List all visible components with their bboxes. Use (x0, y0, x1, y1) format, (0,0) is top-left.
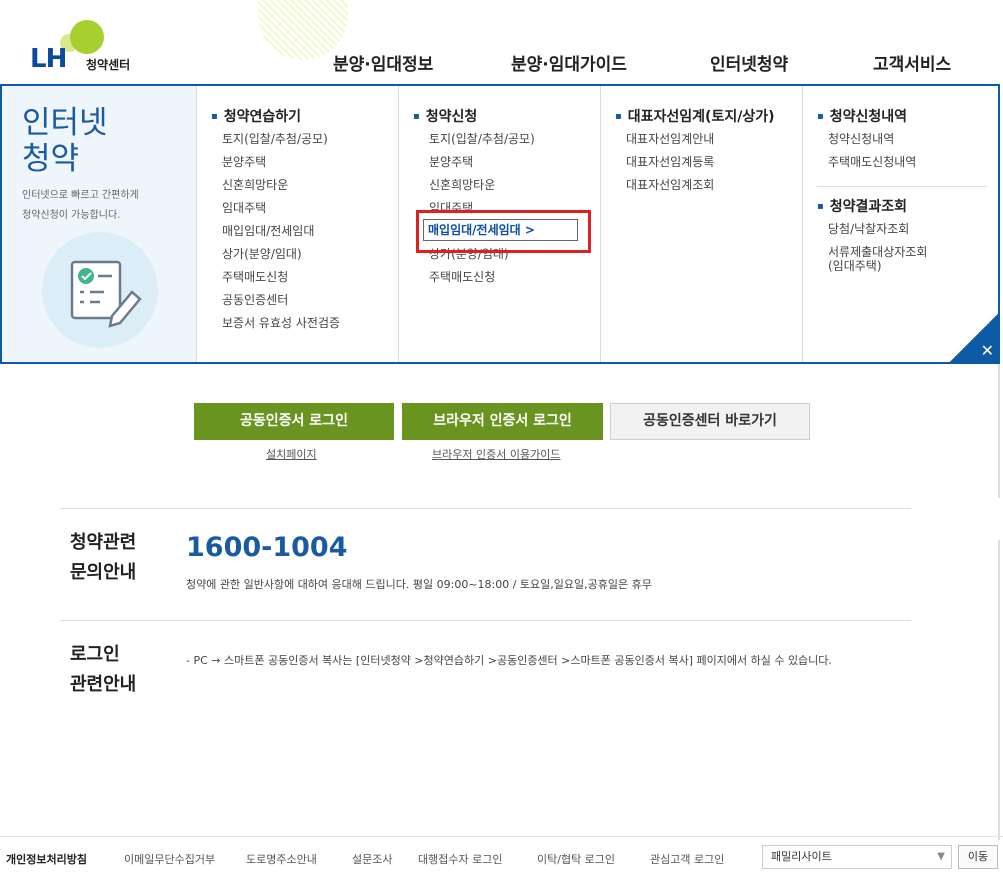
logo-text: LH (30, 44, 67, 74)
mega-menu-intro: 인터넷 청약 인터넷으로 빠르고 간편하게 청약신청이 가능합니다. (2, 86, 196, 362)
inquiry-description: 청약에 관한 일반사항에 대하여 응대해 드립니다. 평일 09:00~18:0… (186, 578, 652, 591)
menu-item[interactable]: 대표자선임계조회 (626, 174, 714, 197)
family-site-select[interactable]: 패밀리사이트 ▼ (762, 845, 952, 869)
intro-desc-line1: 인터넷으로 빠르고 간편하게 (22, 190, 139, 201)
inquiry-title-line2: 문의안내 (70, 562, 137, 583)
footer-privacy-link[interactable]: 개인정보처리방침 (6, 851, 87, 867)
intro-title-line1: 인터넷 (22, 105, 108, 141)
menu-col-result-title[interactable]: 청약결과조회 (817, 196, 907, 216)
footer-trust-login-link[interactable]: 이탁/협탁 로그인 (537, 851, 615, 867)
menu-col-practice-title[interactable]: 청약연습하기 (211, 106, 301, 126)
menu-col-history-list: 청약신청내역 주택매도신청내역 (828, 128, 916, 174)
scroll-edge (998, 364, 1000, 498)
intro-description: 인터넷으로 빠르고 간편하게 청약신청이 가능합니다. (22, 186, 139, 226)
divider (60, 620, 911, 621)
menu-item[interactable]: (임대주택) (828, 259, 927, 273)
menu-col-apply-title[interactable]: 청약신청 (413, 106, 478, 126)
nav-customer-service[interactable]: 고객서비스 (873, 50, 951, 75)
menu-col-history-title[interactable]: 청약신청내역 (817, 106, 907, 126)
menu-col-representative-title[interactable]: 대표자선임계(토지/상가) (615, 106, 775, 126)
cert-center-button[interactable]: 공동인증센터 바로가기 (610, 403, 810, 440)
scroll-edge (998, 540, 1000, 840)
menu-item[interactable]: 대표자선임계등록 (626, 151, 714, 174)
menu-item[interactable]: 매입임대/전세임대 (222, 220, 340, 243)
browser-cert-login-button[interactable]: 브라우저 인증서 로그인 (402, 403, 603, 440)
menu-item[interactable]: 대표자선임계안내 (626, 128, 714, 151)
menu-col-result-list: 당첨/낙찰자조회 서류제출대상자조회 (임대주택) (828, 218, 927, 273)
menu-col-apply-list: 토지(입찰/추첨/공모) 분양주택 신혼희망타운 임대주택 상가(분양/임대) … (429, 128, 535, 289)
footer-agent-login-link[interactable]: 대행접수자 로그인 (418, 851, 502, 867)
install-page-link[interactable]: 설치페이지 (266, 446, 317, 462)
logo-subtitle: 청약센터 (86, 58, 131, 72)
menu-item[interactable]: 임대주택 (222, 197, 340, 220)
menu-item-purchase-rent-hover[interactable]: 매입임대/전세임대 > (423, 219, 578, 241)
close-menu-button[interactable]: ✕ (950, 314, 998, 362)
login-info-title-line1: 로그인 (70, 644, 120, 665)
menu-item[interactable]: 주택매도신청내역 (828, 151, 916, 174)
family-site-label: 패밀리사이트 (771, 850, 832, 863)
login-info-section-title: 로그인 관련안내 (70, 640, 136, 700)
menu-item[interactable]: 공동인증센터 (222, 289, 340, 312)
divider (817, 186, 987, 187)
footer-interest-login-link[interactable]: 관심고객 로그인 (650, 851, 724, 867)
chevron-down-icon: ▼ (937, 851, 945, 862)
inquiry-title-line1: 청약관련 (70, 532, 137, 553)
menu-item[interactable]: 당첨/낙찰자조회 (828, 218, 927, 241)
menu-item[interactable]: 분양주택 (429, 151, 535, 174)
menu-col-practice: 청약연습하기 토지(입찰/추첨/공모) 분양주택 신혼희망타운 임대주택 매입임… (196, 86, 398, 362)
menu-col-representative-list: 대표자선임계안내 대표자선임계등록 대표자선임계조회 (626, 128, 714, 197)
login-info-description: - PC → 스마트폰 공동인증서 복사는 [인터넷청약 >청약연습하기 >공동… (186, 654, 832, 667)
menu-item[interactable]: 주택매도신청 (429, 266, 535, 289)
menu-item[interactable]: 서류제출대상자조회 (828, 245, 927, 259)
menu-item[interactable]: 분양주택 (222, 151, 340, 174)
menu-item[interactable]: 보증서 유효성 사전검증 (222, 312, 340, 335)
menu-item[interactable]: 토지(입찰/추첨/공모) (222, 128, 340, 151)
intro-desc-line2: 청약신청이 가능합니다. (22, 210, 121, 221)
inquiry-phone: 1600-1004 (186, 532, 348, 563)
footer-survey-link[interactable]: 설문조사 (352, 851, 392, 867)
family-site-go-button[interactable]: 이동 (958, 845, 998, 869)
menu-item[interactable]: 주택매도신청 (222, 266, 340, 289)
login-info-title-line2: 관련안내 (70, 674, 137, 695)
logo-circle-big (70, 20, 104, 54)
nav-internet-subscription[interactable]: 인터넷청약 (710, 50, 788, 75)
footer-email-refuse-link[interactable]: 이메일무단수집거부 (124, 851, 215, 867)
lh-logo[interactable]: LH 청약센터 (30, 18, 150, 78)
divider (60, 508, 911, 509)
intro-title-line2: 청약 (22, 141, 80, 177)
menu-item[interactable]: 신혼희망타운 (222, 174, 340, 197)
menu-col-practice-list: 토지(입찰/추첨/공모) 분양주택 신혼희망타운 임대주택 매입임대/전세임대 … (222, 128, 340, 335)
cert-login-button[interactable]: 공동인증서 로그인 (194, 403, 394, 440)
header: LH 청약센터 분양·임대정보 분양·임대가이드 인터넷청약 고객서비스 (0, 0, 1003, 86)
nav-sale-rent-info[interactable]: 분양·임대정보 (333, 50, 433, 75)
document-pen-icon (42, 232, 158, 348)
browser-cert-guide-link[interactable]: 브라우저 인증서 이용가이드 (432, 446, 560, 462)
inquiry-section-title: 청약관련 문의안내 (70, 528, 136, 588)
footer-road-address-link[interactable]: 도로명주소안내 (246, 851, 317, 867)
menu-item[interactable]: 상가(분양/임대) (222, 243, 340, 266)
menu-item[interactable]: 청약신청내역 (828, 128, 916, 151)
menu-item[interactable]: 신혼희망타운 (429, 174, 535, 197)
menu-item[interactable]: 토지(입찰/추첨/공모) (429, 128, 535, 151)
close-icon: ✕ (980, 341, 994, 360)
nav-sale-rent-guide[interactable]: 분양·임대가이드 (511, 50, 627, 75)
menu-col-representative: 대표자선임계(토지/상가) 대표자선임계안내 대표자선임계등록 대표자선임계조회 (600, 86, 802, 362)
